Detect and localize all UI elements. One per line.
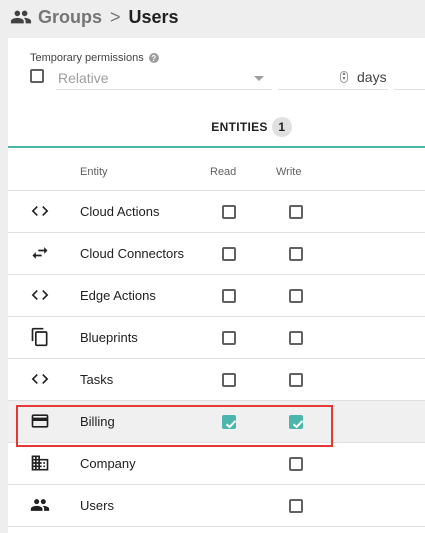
swap-arrows-icon xyxy=(28,243,52,263)
breadcrumb-groups-link[interactable]: Groups xyxy=(38,7,102,28)
table-row: Company xyxy=(8,443,425,485)
read-checkbox-checked[interactable] xyxy=(222,415,237,429)
table-row: Edge Actions xyxy=(8,275,425,317)
write-checkbox[interactable] xyxy=(289,373,303,387)
credit-card-icon xyxy=(28,411,52,431)
temporary-permissions-text: Temporary permissions xyxy=(30,52,144,64)
entity-label: Blueprints xyxy=(80,330,138,345)
column-header-read: Read xyxy=(210,166,237,178)
table-row: Cloud Actions xyxy=(8,191,425,233)
table-row-selected: Billing xyxy=(8,401,425,443)
table-row: Users xyxy=(8,485,425,527)
duration-extra-field[interactable] xyxy=(394,66,425,90)
code-icon xyxy=(28,369,52,389)
write-checkbox[interactable] xyxy=(289,289,303,303)
entity-label: Company xyxy=(80,456,136,471)
chevron-down-icon xyxy=(254,76,264,81)
breadcrumb: Groups > Users xyxy=(10,4,179,30)
temporary-permissions-label: Temporary permissions ? xyxy=(30,52,159,64)
entity-label: Users xyxy=(80,498,114,513)
group-icon xyxy=(10,6,32,28)
tab-entities[interactable]: ENTITIES 1 xyxy=(8,108,425,148)
read-checkbox[interactable] xyxy=(222,373,236,387)
entity-label: Tasks xyxy=(80,372,114,387)
tab-entities-count-badge: 1 xyxy=(271,117,292,137)
table-row: Cloud Connectors xyxy=(8,233,425,275)
entity-label: Billing xyxy=(80,414,115,429)
column-header-write: Write xyxy=(276,166,302,178)
table-header: Entity Read Write xyxy=(8,151,425,191)
temporary-permissions-checkbox[interactable] xyxy=(30,69,44,83)
duration-input[interactable]: ▴ ▾ days xyxy=(278,66,388,90)
read-checkbox[interactable] xyxy=(222,205,236,219)
entity-label: Cloud Connectors xyxy=(80,246,185,261)
number-spinner-icon[interactable]: ▴ ▾ xyxy=(340,71,348,83)
code-icon xyxy=(28,201,52,221)
tab-entities-label: ENTITIES xyxy=(211,120,268,134)
permissions-card: Temporary permissions ? Relative ▴ ▾ days… xyxy=(8,38,425,533)
copy-icon xyxy=(28,327,52,347)
duration-mode-select[interactable]: Relative xyxy=(56,66,272,90)
write-checkbox[interactable] xyxy=(289,499,303,513)
entity-table-body: Cloud Actions Cloud Connectors Edge Acti… xyxy=(8,191,425,527)
write-checkbox[interactable] xyxy=(289,457,303,471)
write-checkbox-checked[interactable] xyxy=(289,415,304,429)
read-checkbox[interactable] xyxy=(222,289,236,303)
read-checkbox[interactable] xyxy=(222,331,236,345)
column-header-entity: Entity xyxy=(80,166,108,178)
read-checkbox[interactable] xyxy=(222,247,236,261)
write-checkbox[interactable] xyxy=(289,205,303,219)
people-icon xyxy=(28,495,52,515)
breadcrumb-separator: > xyxy=(110,6,121,27)
write-checkbox[interactable] xyxy=(289,247,303,261)
duration-unit-label: days xyxy=(357,69,387,85)
duration-mode-value: Relative xyxy=(58,70,109,86)
table-row: Tasks xyxy=(8,359,425,401)
code-icon xyxy=(28,285,52,305)
building-icon xyxy=(28,453,52,473)
write-checkbox[interactable] xyxy=(289,331,303,345)
entity-label: Edge Actions xyxy=(80,288,156,303)
page-title: Users xyxy=(128,6,179,27)
table-row: Blueprints xyxy=(8,317,425,359)
entity-label: Cloud Actions xyxy=(80,204,160,219)
help-icon[interactable]: ? xyxy=(148,53,159,63)
